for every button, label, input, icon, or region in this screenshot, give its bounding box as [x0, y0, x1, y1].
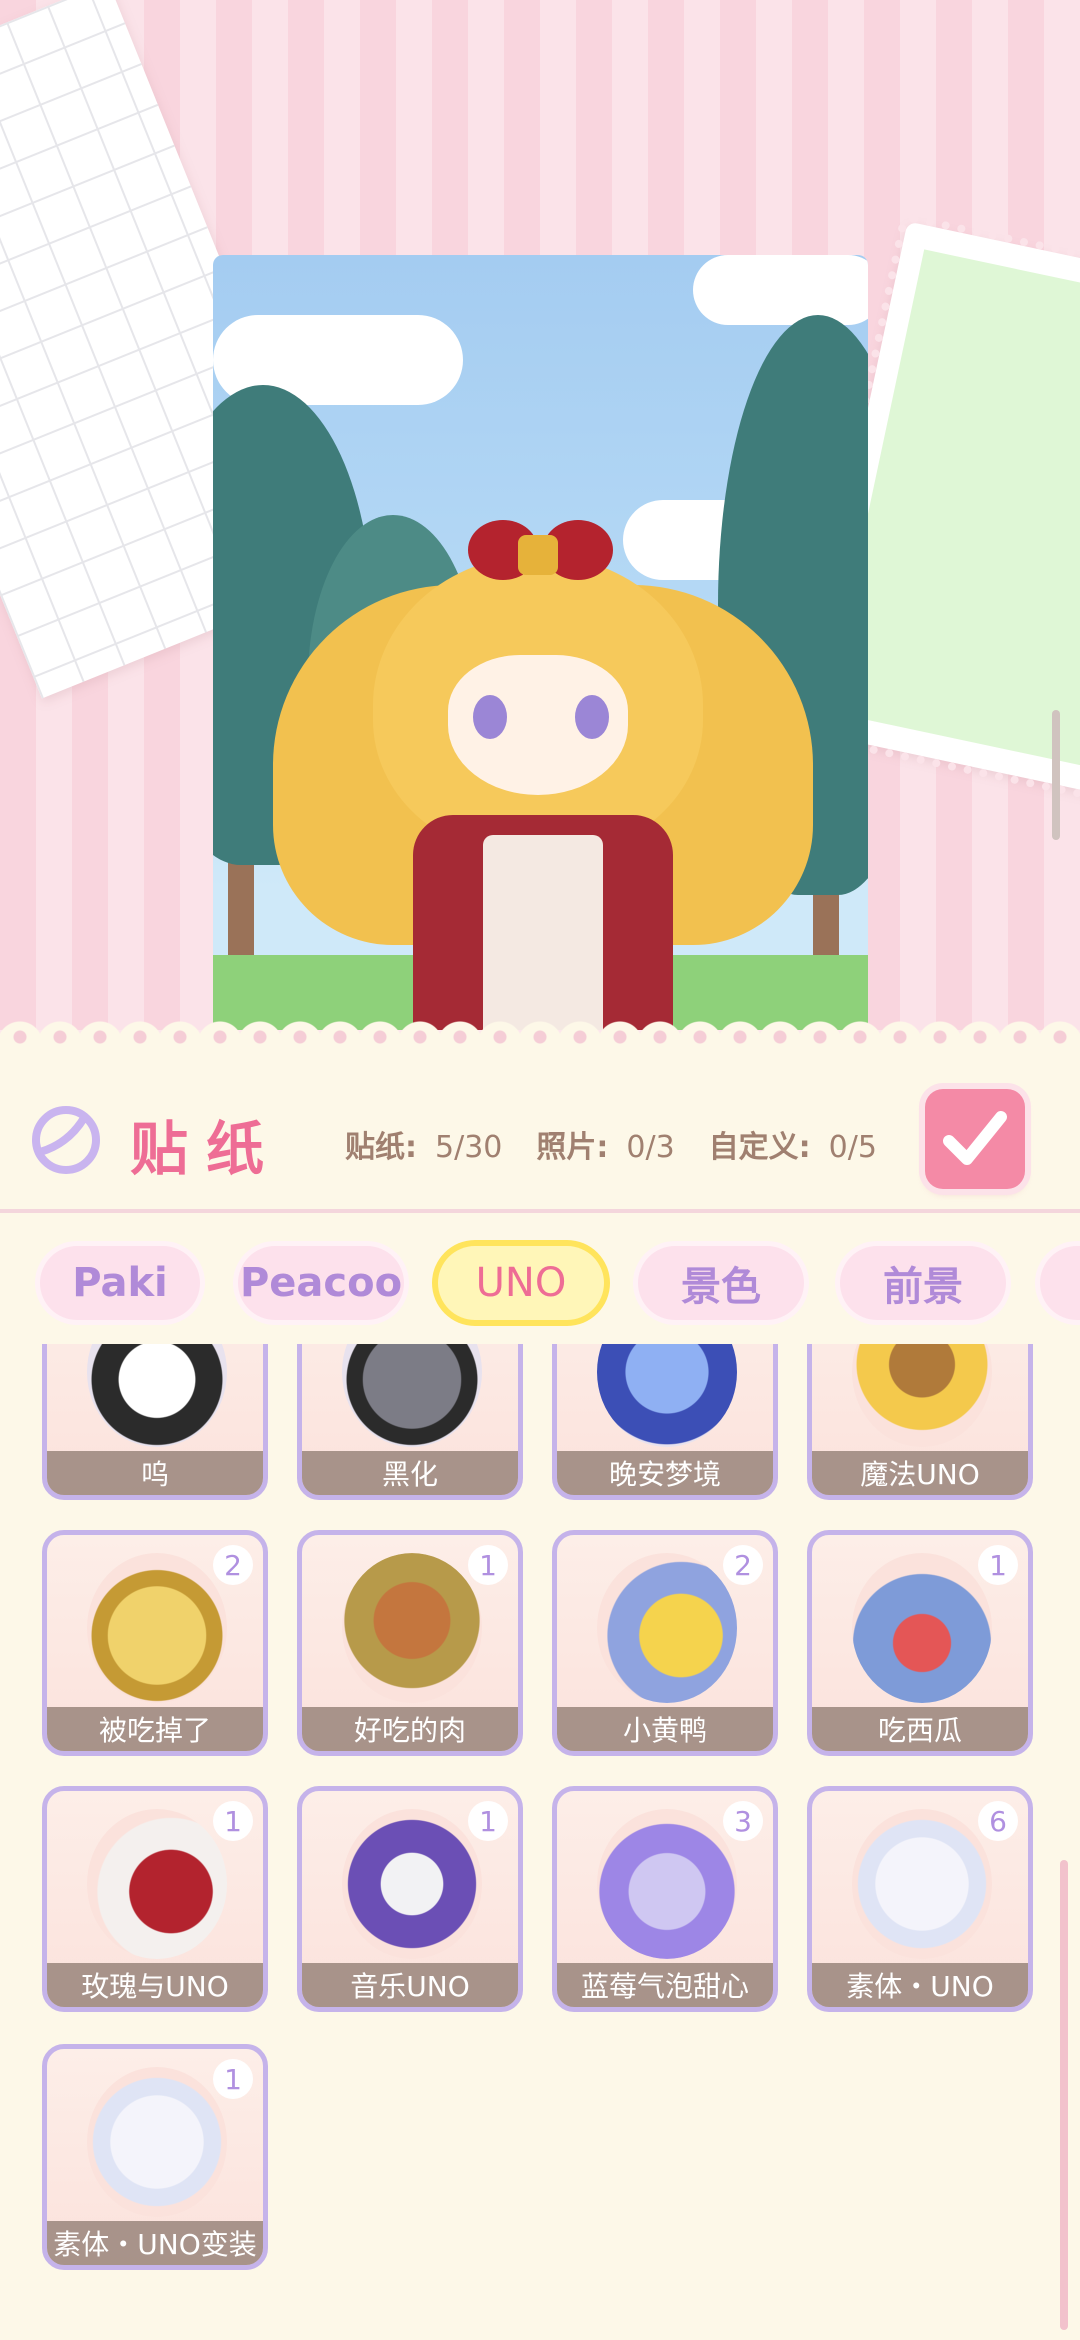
- sticker-label: 蓝莓气泡甜心: [557, 1963, 773, 2007]
- photos-count-value: 0/3: [626, 1130, 675, 1165]
- sticker-item[interactable]: 1 魔法UNO: [807, 1344, 1033, 1500]
- photos-count-label: 照片:: [536, 1130, 609, 1165]
- sticker-item[interactable]: 2 黑化: [297, 1344, 523, 1500]
- usage-counts: 贴纸: 5/30 照片: 0/3 自定义: 0/5: [345, 1122, 877, 1166]
- sticker-item[interactable]: 1 呜: [42, 1344, 268, 1500]
- sticker-label: 素体・UNO变装: [47, 2221, 263, 2265]
- panel-header: 贴纸 贴纸: 5/30 照片: 0/3 自定义: 0/5: [0, 1044, 1080, 1209]
- tab-peacoo[interactable]: Peacoo: [238, 1246, 404, 1320]
- sticker-count-badge: 1: [978, 1545, 1018, 1585]
- sticker-item[interactable]: 1 素体・UNO变装: [42, 2044, 268, 2270]
- sticker-art: [597, 1809, 737, 1959]
- header-divider: [0, 1209, 1080, 1213]
- tab-more[interactable]: [1040, 1246, 1080, 1320]
- sticker-count-badge: 1: [213, 1801, 253, 1841]
- character-uno[interactable]: [213, 255, 868, 1030]
- sticker-art: [342, 1344, 482, 1447]
- sticker-label: 音乐UNO: [302, 1963, 518, 2007]
- sticker-label: 好吃的肉: [302, 1707, 518, 1751]
- scene-background: [0, 0, 1080, 1030]
- sticker-item[interactable]: 3 蓝莓气泡甜心: [552, 1786, 778, 2012]
- tab-scenery[interactable]: 景色: [638, 1246, 804, 1320]
- tab-paki[interactable]: Paki: [40, 1246, 200, 1320]
- sticker-art: [852, 1344, 992, 1447]
- sticker-count-badge: 3: [723, 1801, 763, 1841]
- sticker-label: 小黄鸭: [557, 1707, 773, 1751]
- sticker-label: 吃西瓜: [812, 1707, 1028, 1751]
- sticker-art: [852, 1809, 992, 1959]
- scrollbar-scene[interactable]: [1052, 710, 1060, 840]
- sticker-art: [87, 1809, 227, 1959]
- sticker-grid: 1 呜 2 黑化 1 晚安梦境 1 魔法UNO 2 被吃掉了 1 好吃的肉: [0, 1344, 1080, 2340]
- sticker-label: 晚安梦境: [557, 1451, 773, 1495]
- sticker-label: 素体・UNO: [812, 1963, 1028, 2007]
- sticker-art: [87, 1553, 227, 1703]
- custom-count-value: 0/5: [828, 1130, 877, 1165]
- custom-count-label: 自定义:: [708, 1130, 811, 1165]
- sticker-art: [852, 1553, 992, 1703]
- character-bow-knot: [518, 535, 558, 575]
- sticker-label: 魔法UNO: [812, 1451, 1028, 1495]
- category-tabs: Paki Peacoo UNO 景色 前景: [0, 1234, 1080, 1334]
- scallop-dots: [0, 1030, 1080, 1044]
- tab-foreground[interactable]: 前景: [840, 1246, 1006, 1320]
- sticker-item[interactable]: 2 小黄鸭: [552, 1530, 778, 1756]
- sticker-label: 被吃掉了: [47, 1707, 263, 1751]
- panel-title: 贴纸: [130, 1115, 283, 1183]
- sticker-label: 黑化: [302, 1451, 518, 1495]
- confirm-button[interactable]: [925, 1089, 1025, 1189]
- sticker-art: [87, 1344, 227, 1447]
- checkmark-icon: [943, 1111, 1007, 1165]
- sticker-count-badge: 1: [468, 1801, 508, 1841]
- sticker-item[interactable]: 1 吃西瓜: [807, 1530, 1033, 1756]
- character-eye: [575, 695, 609, 739]
- sticker-count-badge: 2: [213, 1545, 253, 1585]
- sticker-art: [87, 2067, 227, 2217]
- sticker-count-badge: 2: [723, 1545, 763, 1585]
- sticker-label: 玫瑰与UNO: [47, 1963, 263, 2007]
- sticker-item[interactable]: 1 玫瑰与UNO: [42, 1786, 268, 2012]
- character-eye: [473, 695, 507, 739]
- stickers-count-label: 贴纸:: [345, 1130, 417, 1165]
- sticker-icon: [32, 1106, 100, 1174]
- sticker-item[interactable]: 1 音乐UNO: [297, 1786, 523, 2012]
- sticker-art: [342, 1809, 482, 1959]
- sticker-item[interactable]: 6 素体・UNO: [807, 1786, 1033, 2012]
- sticker-art: [597, 1553, 737, 1703]
- sticker-count-badge: 1: [468, 1545, 508, 1585]
- stickers-count-value: 5/30: [435, 1130, 503, 1165]
- character-dress-front: [483, 835, 603, 1030]
- photo-card-canvas[interactable]: [213, 255, 868, 1030]
- sticker-art: [597, 1344, 737, 1447]
- sticker-count-badge: 1: [213, 2059, 253, 2099]
- scrollbar-panel[interactable]: [1060, 1860, 1068, 2330]
- tab-uno[interactable]: UNO: [438, 1246, 604, 1320]
- sticker-art: [342, 1553, 482, 1703]
- sticker-item[interactable]: 1 好吃的肉: [297, 1530, 523, 1756]
- sticker-item[interactable]: 2 被吃掉了: [42, 1530, 268, 1756]
- sticker-panel: 贴纸 贴纸: 5/30 照片: 0/3 自定义: 0/5 Paki Peacoo UNO …: [0, 1044, 1080, 2340]
- sticker-count-badge: 6: [978, 1801, 1018, 1841]
- sticker-label: 呜: [47, 1451, 263, 1495]
- sticker-item[interactable]: 1 晚安梦境: [552, 1344, 778, 1500]
